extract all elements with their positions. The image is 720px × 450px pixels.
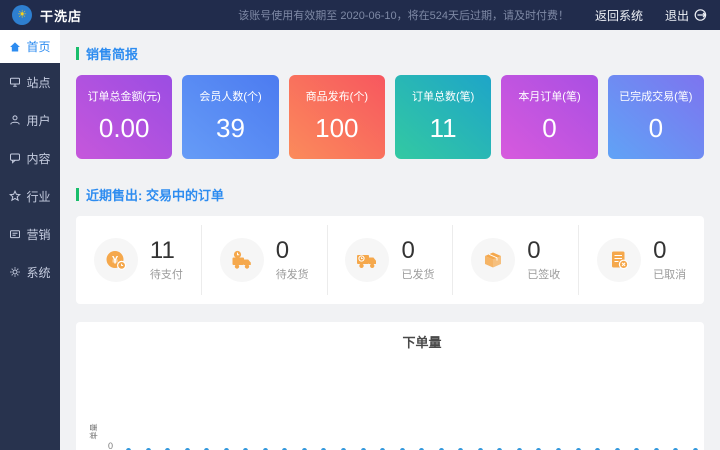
stat-label: 待发货 xyxy=(276,266,309,282)
sidebar-item-home[interactable]: 首页 xyxy=(0,30,60,63)
sidebar-item-label: 站点 xyxy=(26,74,50,91)
chart-title: 下单量 xyxy=(108,322,720,351)
card-value: 0.00 xyxy=(76,113,172,144)
stat-label: 待支付 xyxy=(150,266,183,282)
sidebar-item-content[interactable]: 内容 xyxy=(0,139,60,177)
order-status-card: ¥ 11 待支付 xyxy=(76,216,704,304)
chart-y-axis-name: 单量 xyxy=(89,424,100,440)
card-products-published: 商品发布(个) 100 xyxy=(289,75,385,159)
sidebar-item-label: 首页 xyxy=(26,38,50,55)
card-completed-deals: 已完成交易(笔) 0 xyxy=(608,75,704,159)
expiry-notice: 该账号使用有效期至 2020-06-10，将在524天后过期，请及时付费！ xyxy=(238,7,569,23)
stat-value: 0 xyxy=(401,238,434,263)
truck-clock-icon xyxy=(230,248,254,272)
card-member-count: 会员人数(个) 39 xyxy=(182,75,278,159)
main-content: 销售简报 订单总金额(元) 0.00 会员人数(个) 39 商品发布(个) 10… xyxy=(60,30,720,450)
stat-shipped: 0 已发货 xyxy=(328,225,454,295)
site-icon xyxy=(9,76,21,88)
sidebar-item-marketing[interactable]: 营销 xyxy=(0,215,60,253)
stat-label: 已取消 xyxy=(653,266,686,282)
sidebar: 首页 站点 用户 内容 行业 营销 xyxy=(0,30,60,450)
accent-bar xyxy=(76,47,79,60)
system-gear-icon xyxy=(9,266,21,278)
card-label: 商品发布(个) xyxy=(289,88,385,104)
card-label: 订单总金额(元) xyxy=(76,88,172,104)
back-to-system-link[interactable]: 返回系统 xyxy=(595,7,643,24)
topbar: ☀ 干洗店 该账号使用有效期至 2020-06-10，将在524天后过期，请及时… xyxy=(0,0,720,30)
stat-signed: 0 已签收 xyxy=(453,225,579,295)
sidebar-item-users[interactable]: 用户 xyxy=(0,101,60,139)
card-month-orders: 本月订单(笔) 0 xyxy=(501,75,597,159)
logout-label: 退出 xyxy=(665,7,689,24)
app-logo-icon: ☀ xyxy=(12,5,32,25)
card-label: 本月订单(笔) xyxy=(501,88,597,104)
stat-value: 11 xyxy=(150,238,183,263)
logout-button[interactable]: 退出 xyxy=(665,7,708,24)
recent-orders-header: 近期售出: 交易中的订单 xyxy=(76,185,704,204)
coin-yen-icon: ¥ xyxy=(104,248,128,272)
stat-pending-payment: ¥ 11 待支付 xyxy=(76,225,202,295)
sidebar-item-label: 营销 xyxy=(26,226,50,243)
box-icon xyxy=(481,248,505,272)
card-label: 订单总数(笔) xyxy=(395,88,491,104)
sidebar-item-label: 系统 xyxy=(26,264,50,281)
card-value: 100 xyxy=(289,113,385,144)
card-order-amount: 订单总金额(元) 0.00 xyxy=(76,75,172,159)
truck-icon xyxy=(355,248,379,272)
brand: ☀ 干洗店 xyxy=(12,5,82,25)
chart-y-tick-zero: 0 xyxy=(108,441,113,450)
sidebar-item-label: 行业 xyxy=(26,188,50,205)
sidebar-item-label: 用户 xyxy=(26,112,50,129)
industry-star-icon xyxy=(9,190,21,202)
marketing-icon xyxy=(9,228,21,240)
user-icon xyxy=(9,114,21,126)
card-value: 0 xyxy=(608,113,704,144)
stat-value: 0 xyxy=(527,238,560,263)
accent-bar xyxy=(76,188,79,201)
logout-icon xyxy=(694,8,708,22)
home-icon xyxy=(9,41,21,53)
stat-label: 已发货 xyxy=(401,266,434,282)
sidebar-item-label: 内容 xyxy=(26,150,50,167)
sidebar-item-system[interactable]: 系统 xyxy=(0,253,60,291)
order-volume-chart: 下单量 单量 0 xyxy=(76,322,704,450)
stat-label: 已签收 xyxy=(527,266,560,282)
content-icon xyxy=(9,152,21,164)
stat-value: 0 xyxy=(653,238,686,263)
card-total-orders: 订单总数(笔) 11 xyxy=(395,75,491,159)
stat-cancelled: 0 已取消 xyxy=(579,225,704,295)
card-value: 11 xyxy=(395,113,491,144)
section-title-sales: 销售简报 xyxy=(86,44,138,63)
card-label: 已完成交易(笔) xyxy=(608,88,704,104)
sales-summary-header: 销售简报 xyxy=(76,44,704,63)
section-title-recent: 近期售出: 交易中的订单 xyxy=(86,185,224,204)
summary-cards-row: 订单总金额(元) 0.00 会员人数(个) 39 商品发布(个) 100 订单总… xyxy=(76,75,704,159)
stat-awaiting-shipment: 0 待发货 xyxy=(202,225,328,295)
app-title: 干洗店 xyxy=(40,6,82,25)
card-value: 39 xyxy=(182,113,278,144)
doc-cancel-icon xyxy=(607,248,631,272)
sidebar-item-site[interactable]: 站点 xyxy=(0,63,60,101)
sidebar-item-industry[interactable]: 行业 xyxy=(0,177,60,215)
stat-value: 0 xyxy=(276,238,309,263)
card-value: 0 xyxy=(501,113,597,144)
card-label: 会员人数(个) xyxy=(182,88,278,104)
